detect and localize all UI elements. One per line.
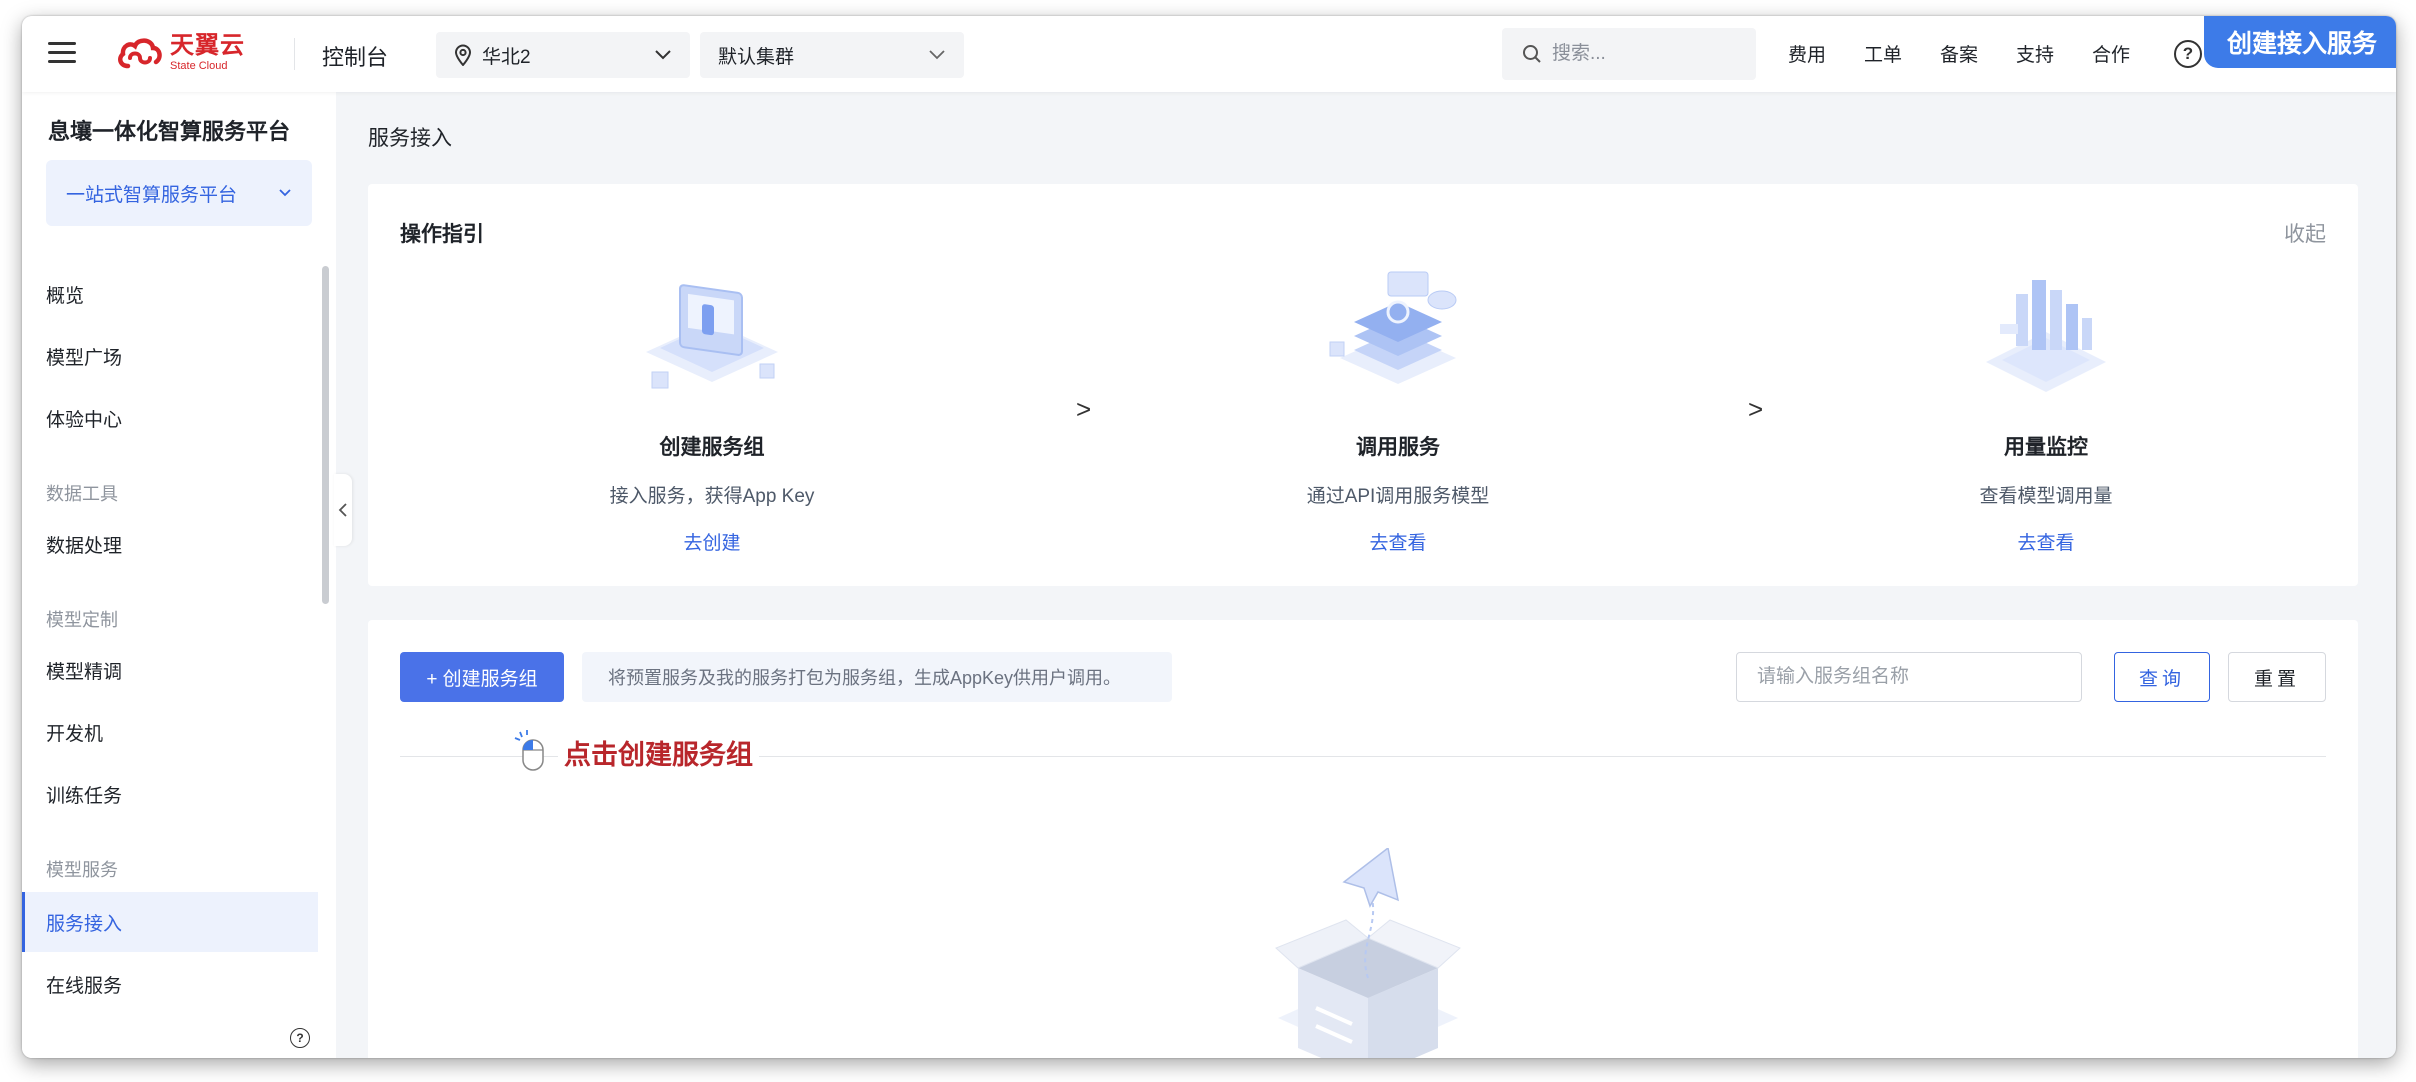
- logo[interactable]: 天翼云 State Cloud: [116, 30, 266, 76]
- step-title: 调用服务: [1356, 436, 1440, 459]
- chevron-left-icon: [338, 503, 347, 517]
- step-title: 用量监控: [2004, 436, 2088, 459]
- sidebar: 息壤一体化智算服务平台 一站式智算服务平台 概览 模型广场 体验中心 数据工具 …: [22, 92, 336, 1058]
- service-group-list-card: + 创建服务组 将预置服务及我的服务打包为服务组，生成AppKey供用户调用。 …: [368, 620, 2358, 1058]
- console-link[interactable]: 控制台: [322, 40, 388, 72]
- sidebar-item-experience[interactable]: 体验中心: [22, 388, 318, 448]
- step-link-monitor[interactable]: 去查看: [2017, 528, 2074, 555]
- create-access-service-banner: 创建接入服务: [2204, 16, 2396, 68]
- step-usage-monitor: 用量监控 查看模型调用量 去查看: [1886, 264, 2206, 555]
- chevron-down-icon: [655, 50, 671, 60]
- top-link-fees[interactable]: 费用: [1788, 40, 1864, 67]
- top-link-partner[interactable]: 合作: [2092, 40, 2168, 67]
- sidebar-collapse-handle[interactable]: [334, 474, 352, 546]
- server-illustration-icon: [1329, 271, 1457, 384]
- step-desc: 查看模型调用量: [1979, 486, 2113, 507]
- sidebar-scrollbar[interactable]: [322, 266, 329, 604]
- sidebar-item-online-service[interactable]: 在线服务: [22, 954, 318, 1014]
- hint-text: 将预置服务及我的服务打包为服务组，生成AppKey供用户调用。: [582, 652, 1172, 702]
- app-window: 天翼云 State Cloud 控制台 华北2 默认集群 搜索... 费用 工单…: [22, 16, 2396, 1058]
- step-title: 创建服务组: [659, 436, 765, 459]
- create-service-group-button[interactable]: + 创建服务组: [400, 652, 564, 702]
- search-icon: [1523, 45, 1541, 63]
- sidebar-item-overview[interactable]: 概览: [22, 264, 318, 324]
- sidebar-item-service-access[interactable]: 服务接入: [22, 892, 318, 952]
- logo-chinese-text: 天翼云: [170, 32, 245, 59]
- platform-select-value: 一站式智算服务平台: [66, 184, 238, 206]
- mouse-click-icon: [514, 730, 544, 771]
- help-icon[interactable]: ?: [2174, 40, 2202, 68]
- global-search[interactable]: [1502, 28, 1756, 80]
- service-group-name-input[interactable]: [1736, 652, 2082, 702]
- annotation-text: 点击创建服务组: [558, 732, 759, 772]
- divider: [294, 38, 295, 70]
- breadcrumb: 服务接入: [368, 127, 452, 150]
- chart-illustration-icon: [1986, 280, 2106, 392]
- region-select[interactable]: 华北2: [436, 32, 690, 78]
- click-annotation: 点击创建服务组: [514, 730, 759, 774]
- search-input[interactable]: [1552, 43, 1732, 65]
- query-button[interactable]: 查询: [2114, 652, 2210, 702]
- top-link-filing[interactable]: 备案: [1940, 40, 2016, 67]
- step-call-service: 调用服务 通过API调用服务模型 去查看: [1238, 264, 1558, 555]
- sidebar-item-dev-machine[interactable]: 开发机: [22, 702, 318, 762]
- guide-collapse-button[interactable]: 收起: [2284, 218, 2326, 248]
- empty-box-illustration-icon: [1275, 848, 1461, 1058]
- region-value: 华北2: [482, 46, 531, 68]
- reset-button[interactable]: 重置: [2228, 652, 2326, 702]
- sidebar-group-data-tools: 数据工具: [46, 484, 118, 504]
- chevron-down-icon: [929, 50, 945, 60]
- sidebar-item-training-tasks[interactable]: 训练任务: [22, 764, 318, 824]
- step-link-call[interactable]: 去查看: [1369, 528, 1426, 555]
- cluster-select[interactable]: 默认集群: [700, 32, 964, 78]
- sidebar-group-model-custom: 模型定制: [46, 610, 118, 630]
- platform-title: 息壤一体化智算服务平台: [48, 119, 291, 144]
- sidebar-item-fine-tuning[interactable]: 模型精调: [22, 640, 318, 700]
- guide-card: 操作指引 收起 创建服务组 接入服务，获得App Key 去创建 > 调用服务 …: [368, 184, 2358, 586]
- step-desc: 通过API调用服务模型: [1306, 486, 1490, 507]
- top-link-tickets[interactable]: 工单: [1864, 40, 1940, 67]
- step-arrow-icon: >: [1076, 394, 1092, 424]
- sidebar-help-icon[interactable]: ?: [290, 1028, 310, 1048]
- step-create-group: 创建服务组 接入服务，获得App Key 去创建: [552, 264, 872, 555]
- top-bar: 天翼云 State Cloud 控制台 华北2 默认集群 搜索... 费用 工单…: [22, 16, 2396, 92]
- step-arrow-icon: >: [1748, 394, 1764, 424]
- sidebar-item-model-square[interactable]: 模型广场: [22, 326, 318, 386]
- computer-illustration-icon: [646, 284, 778, 389]
- guide-title: 操作指引: [400, 223, 484, 246]
- cloud-logo-icon: [118, 38, 162, 69]
- sidebar-item-data-processing[interactable]: 数据处理: [22, 514, 318, 574]
- step-desc: 接入服务，获得App Key: [609, 486, 815, 507]
- top-link-support[interactable]: 支持: [2016, 40, 2092, 67]
- sidebar-group-model-service: 模型服务: [46, 860, 118, 880]
- chevron-down-icon: [279, 189, 291, 197]
- logo-english-text: State Cloud: [170, 60, 228, 72]
- cluster-value: 默认集群: [718, 46, 795, 68]
- top-links: 费用 工单 备案 支持 合作: [1788, 40, 2168, 67]
- hamburger-menu-icon[interactable]: [48, 41, 76, 65]
- platform-select[interactable]: 一站式智算服务平台: [46, 160, 312, 226]
- step-link-create[interactable]: 去创建: [683, 528, 740, 555]
- location-pin-icon: [454, 44, 472, 66]
